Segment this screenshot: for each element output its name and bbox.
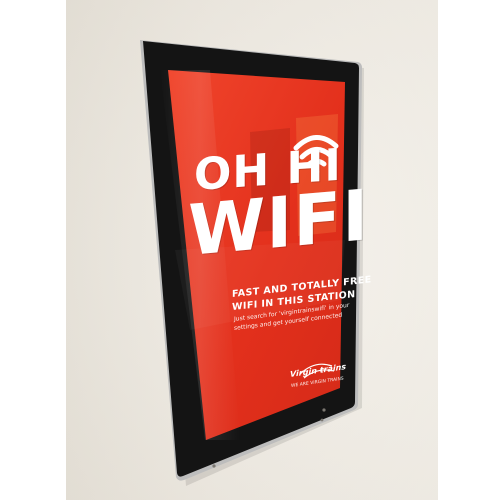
- screw: [322, 408, 326, 412]
- headline-wifi: WIFI: [188, 174, 370, 272]
- screw: [212, 464, 216, 468]
- screw: [320, 418, 324, 422]
- digital-sign: OH HI WIFI FAST AND TOTALLY FREE WIFI IN…: [0, 0, 500, 500]
